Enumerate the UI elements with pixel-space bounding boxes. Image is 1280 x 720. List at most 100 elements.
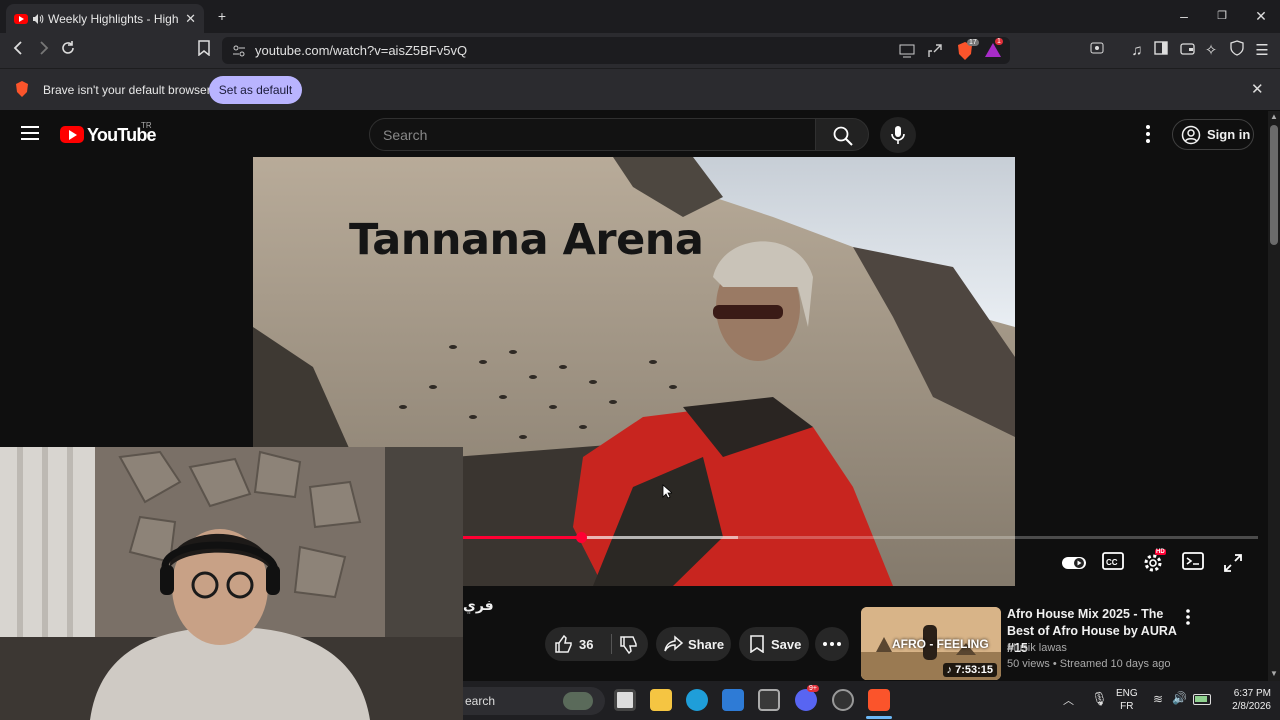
share-icon	[664, 635, 684, 652]
search-icon	[833, 126, 853, 146]
browser-tab[interactable]: Weekly Highlights - Highlight ✕	[6, 4, 204, 33]
show-hidden-icons-chevron-icon[interactable]: ︿	[1063, 692, 1074, 708]
forward-arrow-icon[interactable]	[32, 40, 54, 62]
settings-more-icon[interactable]	[1140, 124, 1156, 149]
task-view-icon[interactable]	[614, 689, 636, 711]
cast-icon[interactable]	[899, 44, 915, 58]
recommended-video-meta: 50 views • Streamed 10 days ago	[1007, 658, 1171, 670]
sidebar-toggle-icon[interactable]	[1150, 40, 1172, 62]
search-highlight-icon	[563, 692, 593, 710]
recommendation-more-icon[interactable]	[1183, 609, 1193, 630]
search-placeholder: Search	[383, 127, 428, 143]
fullscreen-icon[interactable]	[1222, 552, 1246, 574]
steam-icon[interactable]	[832, 689, 854, 711]
search-button[interactable]	[815, 118, 869, 151]
windows-taskbar: earch 9+ ︿ 🎙 ENG FR ≋ 🔊 6:37 PM 2/8/2026	[463, 681, 1280, 720]
mouse-cursor-icon	[662, 484, 672, 499]
media-music-icon[interactable]: ♫	[1126, 40, 1148, 62]
like-button[interactable]: 36	[545, 627, 607, 661]
scroll-down-arrow-icon[interactable]: ▼	[1270, 669, 1278, 678]
video-title-fragment: فري	[463, 598, 494, 614]
discord-icon[interactable]: 9+	[795, 685, 819, 711]
country-code: TR	[141, 121, 152, 130]
share-button[interactable]: Share	[656, 627, 731, 661]
window-close-icon[interactable]: ✕	[1249, 6, 1273, 26]
recommended-channel-name[interactable]: Musik lawas	[1007, 642, 1067, 654]
thumbs-down-icon	[620, 636, 637, 655]
taskbar-search-box[interactable]: earch	[463, 687, 605, 715]
divider	[611, 634, 612, 654]
like-count: 36	[579, 637, 594, 652]
closed-captions-icon[interactable]: CC	[1102, 552, 1126, 574]
search-input[interactable]: Search	[369, 118, 816, 151]
address-bar[interactable]: youtube.com/watch?v=aisZ5BFv5vQ 17 1	[222, 37, 1010, 64]
clock-time: 6:37 PM	[1233, 688, 1271, 699]
taskbar-search-text: earch	[465, 694, 496, 708]
sign-in-button[interactable]: Sign in	[1172, 119, 1254, 150]
default-browser-banner: Brave isn't your default browser Set as …	[0, 68, 1280, 110]
microsoft-store-icon[interactable]	[722, 689, 744, 711]
share-page-icon[interactable]	[927, 43, 943, 59]
input-language-indicator[interactable]: ENG FR	[1116, 687, 1138, 713]
clock-date: 2/8/2026	[1232, 701, 1271, 712]
scrollbar-thumb[interactable]	[1270, 125, 1278, 245]
recommended-video-thumbnail[interactable]: AFRO - FEELING ♪ 7:53:15	[861, 607, 1001, 680]
new-tab-icon[interactable]: +	[210, 6, 234, 26]
banner-message: Brave isn't your default browser	[43, 83, 211, 97]
leo-sparkle-icon[interactable]: ✧	[1200, 40, 1222, 62]
language-secondary: FR	[1120, 701, 1134, 712]
brave-logo-icon	[16, 81, 28, 97]
save-button[interactable]: Save	[739, 627, 809, 661]
hamburger-menu-icon[interactable]	[20, 124, 40, 147]
brave-taskbar-icon[interactable]	[868, 689, 890, 711]
brave-shields-icon[interactable]: 17	[956, 39, 979, 61]
dislike-button[interactable]	[613, 627, 648, 661]
restore-icon[interactable]: ❐	[1210, 6, 1234, 26]
share-label: Share	[688, 637, 725, 652]
autoplay-toggle[interactable]	[1061, 552, 1086, 574]
battery-level	[1195, 696, 1207, 702]
tab-close-icon[interactable]: ✕	[185, 11, 196, 27]
brave-rewards-icon[interactable]: 1	[984, 38, 1004, 61]
browser-menu-icon[interactable]: ☰	[1251, 40, 1273, 62]
volume-icon[interactable]: 🔊	[1172, 691, 1187, 705]
audio-playing-icon[interactable]	[32, 13, 44, 25]
settings-gear-icon[interactable]: HD	[1142, 549, 1166, 574]
voice-search-button[interactable]	[880, 117, 916, 153]
thumbnail-text: AFRO - FEELING	[892, 637, 989, 651]
minimize-icon[interactable]: –	[1172, 6, 1196, 26]
tray-microphone-icon[interactable]: 🎙	[1091, 691, 1108, 707]
app-hexagon-icon[interactable]	[758, 689, 780, 711]
more-actions-button[interactable]	[815, 627, 849, 661]
svg-text:CC: CC	[1106, 558, 1118, 567]
scroll-up-arrow-icon[interactable]: ▲	[1270, 112, 1278, 121]
thumbs-up-icon	[555, 634, 572, 653]
youtube-favicon-icon	[14, 13, 28, 24]
browser-tab-strip: Weekly Highlights - Highlight ✕ + – ❐ ✕	[0, 0, 1280, 33]
reload-icon[interactable]	[57, 40, 79, 62]
file-explorer-icon[interactable]	[650, 689, 672, 711]
battery-icon[interactable]	[1193, 694, 1211, 705]
bookmark-icon[interactable]	[193, 40, 215, 62]
leo-ai-icon[interactable]	[1086, 40, 1108, 62]
edge-browser-icon[interactable]	[686, 689, 708, 711]
wifi-icon[interactable]: ≋	[1153, 692, 1163, 706]
site-settings-icon[interactable]	[232, 44, 246, 58]
url-text[interactable]: youtube.com/watch?v=aisZ5BFv5vQ	[255, 43, 467, 58]
language-primary: ENG	[1116, 688, 1138, 699]
video-overlay-title: Tannana Arena	[349, 215, 704, 265]
page-scrollbar[interactable]: ▲ ▼	[1268, 111, 1280, 682]
discord-badge: 9+	[807, 685, 819, 692]
hd-badge: HD	[1155, 549, 1166, 555]
back-arrow-icon[interactable]	[8, 40, 30, 62]
wallet-icon[interactable]	[1176, 40, 1198, 62]
webcam-overlay	[0, 447, 463, 720]
banner-close-icon[interactable]: ✕	[1251, 80, 1264, 98]
set-as-default-button[interactable]: Set as default	[209, 76, 302, 104]
save-playlist-icon	[750, 635, 764, 653]
sign-in-label: Sign in	[1207, 127, 1251, 142]
system-clock[interactable]: 6:37 PM 2/8/2026	[1219, 687, 1271, 713]
miniplayer-icon[interactable]	[1182, 552, 1206, 574]
vpn-shield-icon[interactable]	[1226, 40, 1248, 62]
more-horizontal-icon	[823, 642, 841, 646]
